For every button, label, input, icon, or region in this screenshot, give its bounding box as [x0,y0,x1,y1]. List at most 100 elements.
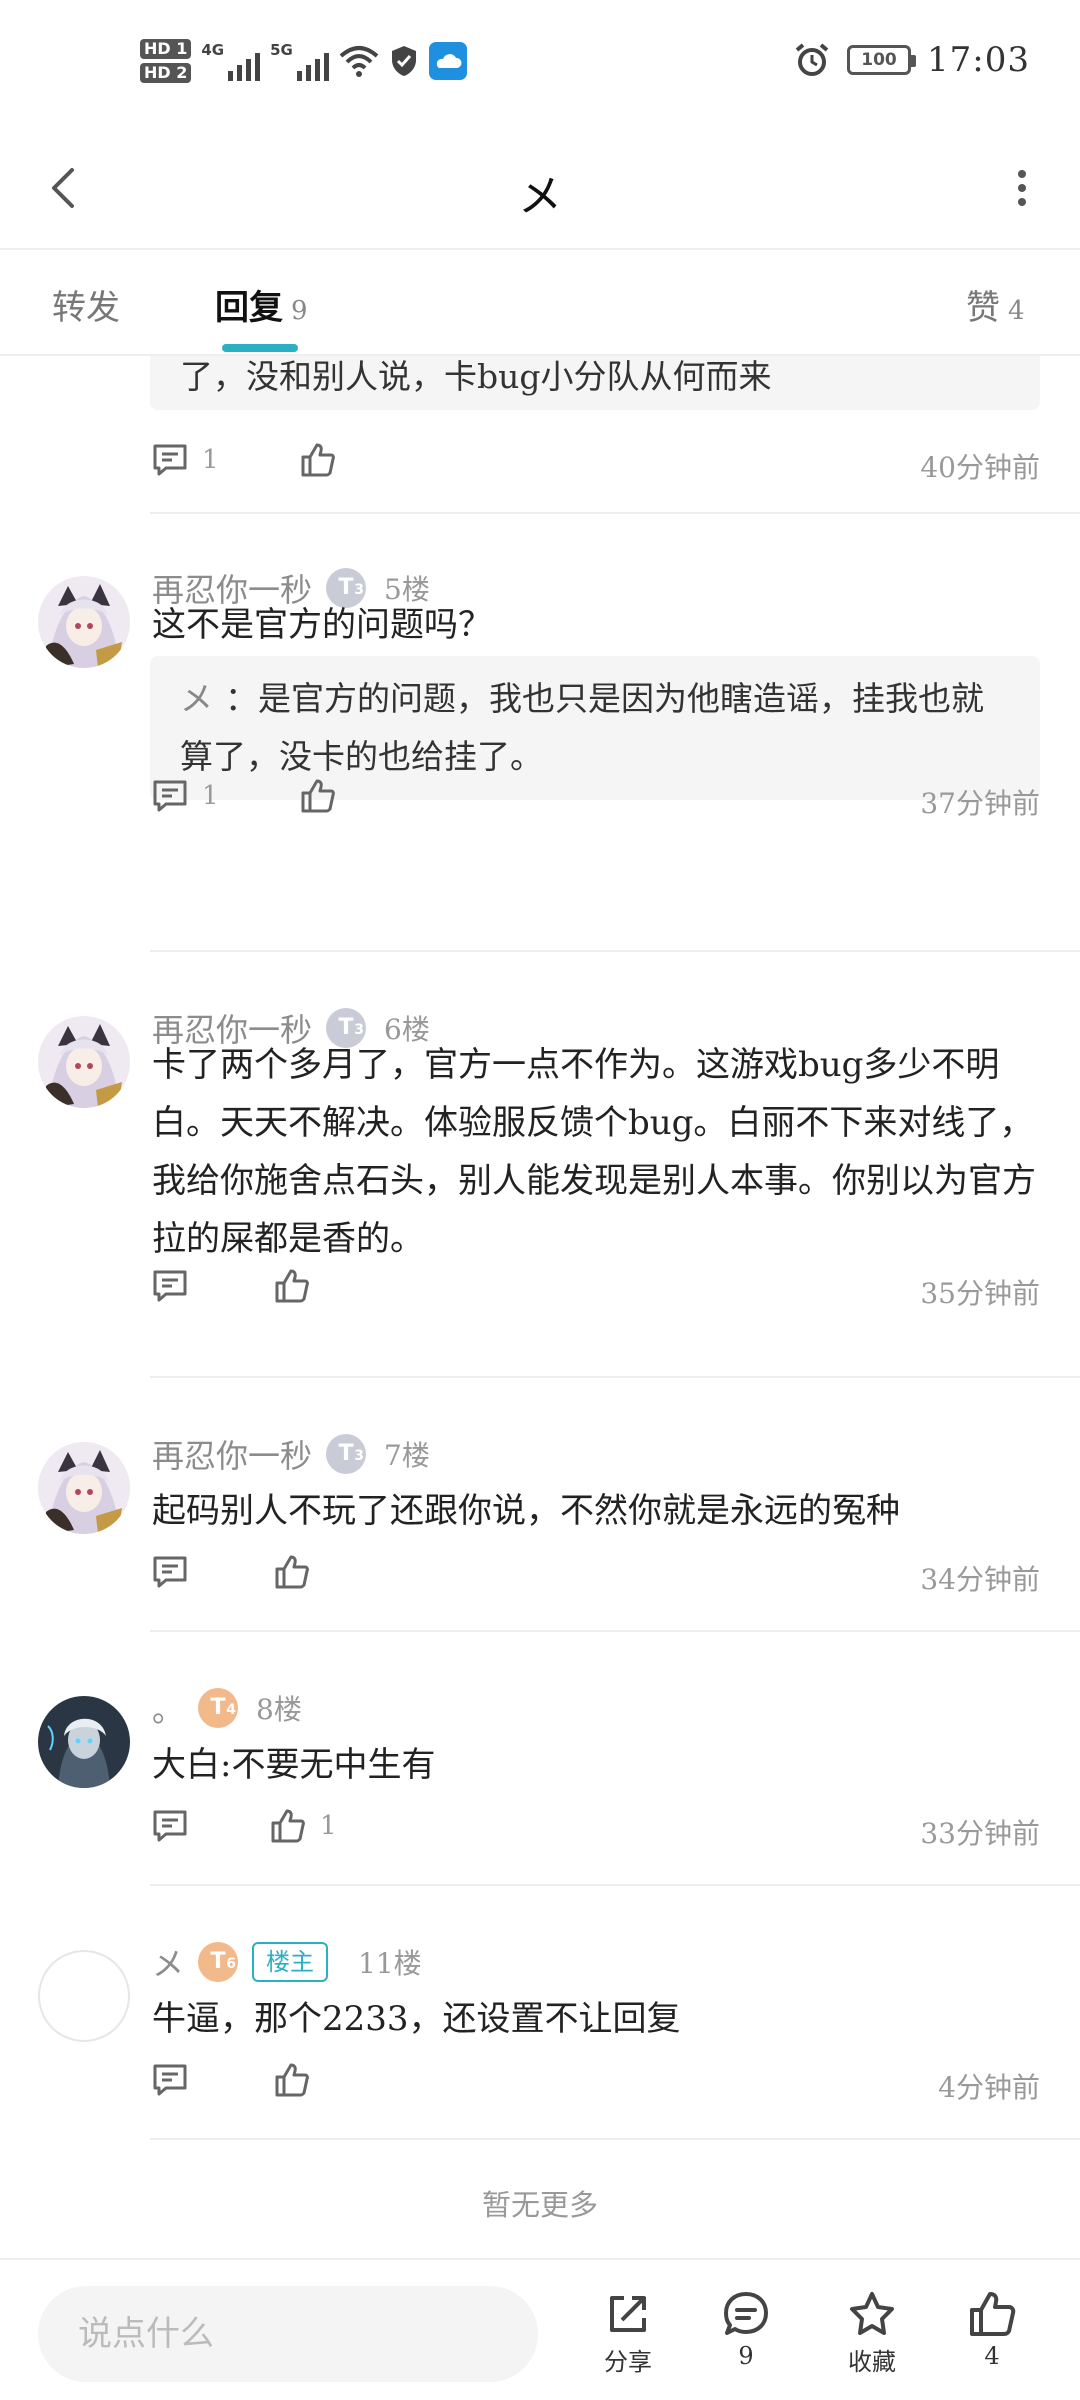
like-button[interactable] [300,778,350,814]
comment-actions: 35分钟前 [152,1268,1040,1318]
avatar[interactable] [38,1016,130,1108]
thumbs-up-icon [271,1809,305,1843]
timestamp: 40分钟前 [920,451,1040,484]
alarm-icon [795,43,829,76]
avatar[interactable] [38,576,130,668]
tab-bar: 转发 回复 9 赞4 [0,250,1080,356]
level-badge: T6 [198,1942,239,1982]
status-bar: HD 1 HD 2 4G 5G 100 17:03 [0,0,1080,130]
comment-icon [153,444,187,476]
reply-button[interactable] [152,1808,202,1844]
share-label: 分享 [604,2348,652,2376]
username[interactable]: 再忍你一秒 [152,1431,312,1477]
reply-button[interactable]: 1 [152,442,219,478]
thumbs-up-icon [275,1269,309,1303]
favorite-button[interactable]: 收藏 [822,2290,922,2377]
quoted-text: ：是官方的问题，我也只是因为他瞎造谣，挂我也就算了，没卡的也给挂了。 [180,679,984,776]
bottom-action-bar: 说点什么 分享 9 收藏 4 [0,2258,1080,2400]
level-badge: T3 [326,1434,367,1474]
level-badge: T4 [198,1688,239,1728]
comment-icon [153,1810,187,1842]
like-button[interactable] [274,1268,324,1304]
divider [150,1884,1080,1886]
thumbs-up-icon [275,2063,309,2097]
floor-number: 11楼 [358,1947,422,1980]
comment-text: 大白:不要无中生有 [152,1745,436,1785]
comment-list[interactable]: 了，没和别人说，卡bug小分队从何而来 1 40分钟前 再忍你一秒 T 3 5楼… [0,356,1080,2260]
avatar[interactable] [38,1696,130,1788]
timestamp: 4分钟前 [938,2071,1040,2104]
comment-actions: 4分钟前 [152,2062,1040,2112]
share-icon [610,2296,646,2332]
thumbs-up-icon [970,2292,1016,2336]
more-options-icon[interactable] [994,160,1050,216]
clock: 17:03 [927,40,1030,80]
like-button[interactable] [274,2062,324,2098]
timestamp: 33分钟前 [920,1817,1040,1850]
reply-button[interactable] [152,2062,202,2098]
divider [150,950,1080,952]
page-title: メ [518,171,562,222]
reply-button[interactable] [152,1268,202,1304]
no-more-indicator: 暂无更多 [481,2188,598,2222]
likes-count: 4 [1008,296,1025,326]
comment-actions: 1 33分钟前 [152,1808,1040,1858]
replies-count: 9 [291,296,308,326]
timestamp: 34分钟前 [920,1563,1040,1596]
thumbs-up-icon [301,443,335,477]
comment-bubble-icon [724,2292,768,2335]
op-badge: 楼主 [252,1942,329,1982]
comment-icon [153,2064,187,2096]
like-button[interactable] [300,442,336,478]
sim-indicators: HD 1 HD 2 [140,39,192,83]
comment-text: 起码别人不玩了还跟你说，不然你就是永远的冤种 [152,1491,900,1531]
avatar[interactable] [38,1442,130,1534]
comment-icon [153,780,187,812]
divider [150,512,1080,514]
thumbs-up-icon [275,1555,309,1589]
floor-number: 7楼 [384,1439,430,1472]
signal-4g-icon: 4G [201,41,261,81]
like-button[interactable]: 1 [270,1808,337,1844]
comment-icon [153,1270,187,1302]
like-post-button[interactable]: 4 [942,2290,1042,2370]
divider [150,1376,1080,1378]
timestamp: 37分钟前 [920,787,1040,820]
battery-indicator: 100 [847,45,917,75]
tab-replies[interactable]: 回复 9 [215,280,308,329]
quoted-reply[interactable]: 了，没和别人说，卡bug小分队从何而来 [150,356,1040,410]
sim1-label: HD 1 [140,39,192,59]
top-app-bar: メ [0,130,1080,250]
wifi-icon [339,46,379,77]
comment-actions: 1 37分钟前 [152,778,1040,828]
timestamp: 35分钟前 [920,1277,1040,1310]
sim2-label: HD 2 [140,63,192,83]
like-count: 4 [984,2342,1000,2370]
username[interactable]: メ [152,1939,184,1985]
divider [150,1630,1080,1632]
comment-text: 卡了两个多月了，官方一点不作为。这游戏bug多少不明白。天天不解决。体验服反馈个… [152,1045,1036,1259]
tab-likes[interactable]: 赞4 [966,280,1025,329]
like-button[interactable] [274,1554,324,1590]
share-button[interactable]: 分享 [578,2290,678,2377]
comment-actions: 1 40分钟前 [152,442,1040,492]
shield-icon [391,46,416,76]
comments-button[interactable]: 9 [696,2290,796,2370]
reply-button[interactable] [152,1554,202,1590]
active-tab-indicator [222,344,298,352]
comment-text: 这不是官方的问题吗？ [152,605,492,645]
quoted-author: メ [180,679,213,718]
comment-input[interactable]: 说点什么 [38,2286,538,2382]
comment-actions: 34分钟前 [152,1554,1040,1604]
divider [150,2138,1080,2140]
comments-count: 9 [738,2342,754,2370]
star-icon [850,2292,894,2335]
weather-app-icon [428,42,467,80]
username[interactable]: 。 [152,1685,184,1731]
floor-number: 8楼 [256,1693,302,1726]
reply-button[interactable]: 1 [152,778,219,814]
avatar[interactable] [38,1950,130,2042]
signal-5g-icon: 5G [270,41,329,81]
thumbs-up-icon [301,779,335,813]
tab-repost[interactable]: 转发 [52,280,120,329]
